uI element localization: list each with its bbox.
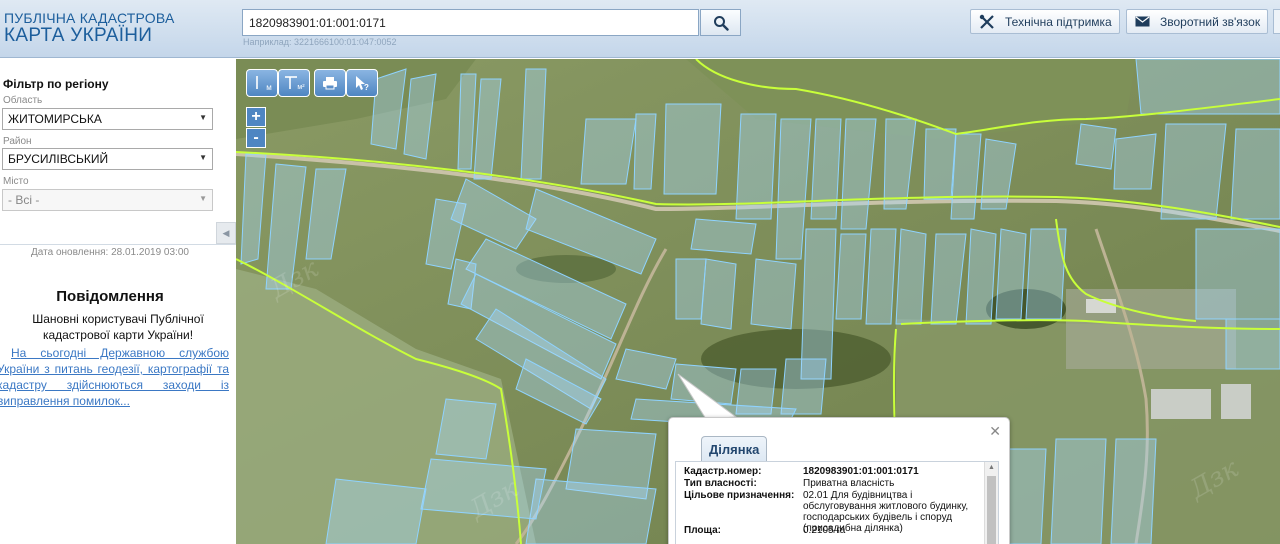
rayon-label: Район (3, 136, 32, 147)
measure-distance-button[interactable]: м (246, 69, 278, 97)
scroll-thumb[interactable] (987, 476, 996, 544)
parcel-info-popup: ✕ Ділянка Кадастр.номер: 1820983901:01:0… (668, 417, 1010, 544)
header-extra-button[interactable] (1273, 9, 1280, 34)
filter-title: Фільтр по регіону (3, 77, 109, 91)
dropdown-arrow-icon: ▼ (199, 153, 207, 162)
rayon-select[interactable]: БРУСИЛІВСЬКИЙ ▼ (2, 148, 213, 170)
tab-parcel[interactable]: Ділянка (701, 436, 768, 462)
zoom-out-button[interactable]: - (246, 128, 266, 148)
measure-m-label: м (266, 82, 272, 92)
oblast-value: ЖИТОМИРСЬКА (8, 112, 102, 126)
measure-m2-label: м² (297, 83, 305, 91)
parcel-row-area: Площа: 0.2105 га (684, 525, 983, 536)
parcel-row-cadastral: Кадастр.номер: 1820983901:01:001:0171 (684, 466, 983, 477)
print-button[interactable] (314, 69, 346, 97)
feedback-button[interactable]: Зворотний зв'язок (1126, 9, 1268, 34)
notice-link[interactable]: На сьогодні Державною службою України з … (0, 345, 229, 409)
logo-line-1: ПУБЛІЧНА КАДАСТРОВА (4, 10, 175, 26)
oblast-label: Область (3, 95, 43, 106)
zoom-in-button[interactable]: + (246, 107, 266, 127)
parcel-row-ownership: Тип власності: Приватна власність (684, 478, 983, 489)
svg-text:?: ? (364, 83, 369, 92)
row-key: Тип власності: (684, 478, 757, 489)
cadastral-search-input[interactable] (242, 9, 699, 36)
search-button[interactable] (700, 9, 741, 36)
city-value: - Всі - (8, 193, 40, 207)
row-value: 1820983901:01:001:0171 (803, 466, 919, 477)
popup-scrollbar[interactable]: ▲ (984, 462, 998, 544)
cursor-question-icon: ? (356, 76, 369, 92)
printer-icon (323, 77, 337, 90)
tech-support-label: Технічна підтримка (1005, 14, 1112, 29)
parcel-info-panel: Кадастр.номер: 1820983901:01:001:0171 Ти… (675, 461, 999, 544)
sidebar-divider (0, 244, 236, 245)
measure-area-button[interactable]: м² (278, 69, 310, 97)
dropdown-arrow-icon: ▼ (199, 113, 207, 122)
close-icon[interactable]: ✕ (989, 423, 1001, 440)
oblast-select[interactable]: ЖИТОМИРСЬКА ▼ (2, 108, 213, 130)
dropdown-arrow-icon: ▼ (199, 194, 207, 203)
logo-line-2: КАРТА УКРАЇНИ (4, 25, 153, 46)
envelope-icon (1135, 16, 1150, 27)
row-key: Площа: (684, 525, 721, 536)
notice-body: Шановні користувачі Публічної кадастрово… (32, 312, 204, 342)
city-select[interactable]: - Всі - ▼ (2, 189, 213, 211)
collapse-sidebar-button[interactable]: ◀ (216, 222, 236, 244)
tools-icon (979, 14, 995, 30)
row-value: Приватна власність (803, 478, 895, 489)
tech-support-button[interactable]: Технічна підтримка (970, 9, 1120, 34)
row-key: Кадастр.номер: (684, 466, 762, 477)
search-hint: Наприклад: 3221666100:01:047:0052 (243, 37, 397, 47)
city-label: Місто (3, 176, 29, 187)
search-icon (713, 15, 729, 31)
rayon-value: БРУСИЛІВСЬКИЙ (8, 152, 109, 166)
update-date: Дата оновлення: 28.01.2019 03:00 (31, 247, 189, 258)
region-filter-sidebar: Фільтр по регіону Область ЖИТОМИРСЬКА ▼ … (0, 59, 236, 544)
row-value: 0.2105 га (803, 525, 846, 536)
scroll-up-icon[interactable]: ▲ (988, 464, 995, 471)
notice-title: Повідомлення (56, 288, 164, 305)
app-header: ПУБЛІЧНА КАДАСТРОВА КАРТА УКРАЇНИ Наприк… (0, 0, 1280, 58)
app-logo[interactable]: ПУБЛІЧНА КАДАСТРОВА КАРТА УКРАЇНИ (4, 10, 175, 47)
feedback-label: Зворотний зв'язок (1160, 14, 1261, 29)
identify-button[interactable]: ? (346, 69, 378, 97)
